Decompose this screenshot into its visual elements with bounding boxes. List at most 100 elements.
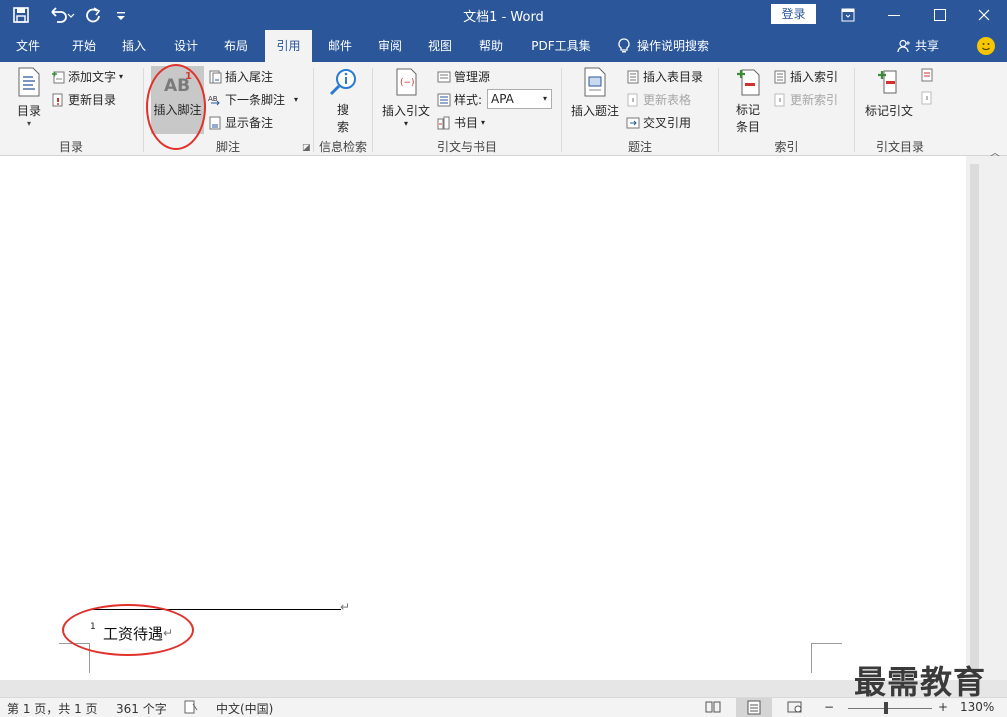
next-footnote-label: 下一条脚注 — [225, 93, 286, 107]
index-group-label: 索引 — [774, 140, 799, 154]
redo-icon[interactable] — [82, 3, 104, 27]
tab-home[interactable]: 开始 — [60, 30, 108, 62]
dropdown-arrow-icon: ▾ — [294, 95, 299, 104]
insert-index-button[interactable]: 插入索引 — [773, 68, 838, 85]
ribbon-display-options-icon[interactable] — [825, 0, 871, 30]
update-toc-button[interactable]: 更新目录 — [51, 91, 116, 108]
update-index-label: 更新索引 — [790, 93, 839, 107]
highlight-circle-footnote — [62, 604, 194, 656]
mark-entry-icon — [737, 69, 760, 96]
search-button[interactable]: 搜 索 — [325, 67, 361, 135]
add-text-icon — [52, 71, 65, 83]
tell-me-search[interactable]: 操作说明搜索 — [617, 30, 709, 62]
manage-sources-button[interactable]: 管理源 — [437, 68, 490, 85]
bibliography-label: 书目 — [454, 116, 479, 130]
tab-insert[interactable]: 插入 — [112, 30, 156, 62]
margin-corner-mark — [811, 643, 842, 673]
feedback-smiley-icon[interactable] — [977, 37, 995, 55]
zoom-slider-thumb[interactable] — [884, 702, 888, 714]
update-table-of-authorities-button[interactable] — [920, 91, 934, 105]
zoom-slider-track[interactable] — [848, 708, 932, 709]
captions-group-label: 题注 — [627, 140, 652, 154]
tab-file[interactable]: 文件 — [6, 30, 50, 62]
bibliography-button[interactable]: 书目 ▾ — [437, 114, 485, 131]
tab-mailings[interactable]: 邮件 — [318, 30, 362, 62]
ribbon-tabs: 文件 开始 插入 设计 布局 引用 邮件 审阅 视图 帮助 PDF工具集 操作说… — [0, 30, 1007, 62]
dropdown-arrow-icon: ▾ — [119, 72, 124, 81]
insert-citation-label: 插入引文 — [381, 104, 430, 118]
insert-index-icon — [774, 70, 786, 83]
toc-button[interactable]: 目录 ▾ — [13, 67, 45, 133]
mark-entry-button[interactable]: 标记 条目 — [727, 67, 769, 135]
tab-view[interactable]: 视图 — [418, 30, 462, 62]
save-icon[interactable] — [10, 3, 32, 27]
title-bar: 文档1 - Word 登录 — [0, 0, 1007, 30]
update-index-button[interactable]: 更新索引 — [773, 91, 838, 108]
person-icon — [897, 39, 910, 53]
style-label: 样式: — [454, 93, 483, 107]
tab-pdf-tools[interactable]: PDF工具集 — [521, 30, 601, 62]
share-button[interactable]: 共享 — [897, 30, 939, 62]
page-count[interactable]: 第 1 页，共 1 页 — [7, 700, 98, 717]
zoom-in-button[interactable]: + — [938, 700, 948, 714]
print-layout-icon[interactable] — [736, 698, 772, 717]
update-toc-label: 更新目录 — [68, 93, 117, 107]
customize-quick-access-icon[interactable] — [112, 3, 130, 27]
add-text-button[interactable]: 添加文字 ▾ — [51, 68, 123, 85]
insert-caption-label: 插入题注 — [570, 104, 619, 118]
insert-endnote-label: 插入尾注 — [225, 70, 274, 84]
update-table-icon — [627, 93, 638, 106]
insert-citation-icon: (−) — [396, 68, 417, 96]
update-table-button[interactable]: 更新表格 — [626, 91, 691, 108]
insert-table-of-figures-label: 插入表目录 — [643, 70, 704, 84]
mark-entry-label-1: 标记 — [735, 103, 760, 117]
insert-index-label: 插入索引 — [790, 70, 839, 84]
update-authorities-icon — [921, 91, 932, 105]
word-window: 文档1 - Word 登录 文件 开始 插入 设计 布局 引用 邮件 审阅 视图… — [0, 0, 1007, 717]
dropdown-arrow-icon: ▾ — [26, 119, 31, 128]
minimize-icon[interactable] — [871, 0, 917, 30]
next-footnote-button[interactable]: AB 下一条脚注 ▾ — [208, 91, 298, 108]
next-footnote-icon: AB — [208, 95, 220, 105]
table-of-authorities-icon — [921, 68, 933, 82]
proofing-icon[interactable] — [184, 700, 198, 717]
tab-review[interactable]: 审阅 — [368, 30, 412, 62]
research-group-label: 信息检索 — [318, 140, 367, 154]
web-layout-icon[interactable] — [787, 700, 803, 717]
insert-caption-button[interactable]: 插入题注 — [568, 67, 622, 119]
zoom-level[interactable]: 130% — [960, 700, 994, 714]
undo-icon[interactable] — [46, 3, 76, 27]
style-label-group: 样式: — [437, 91, 482, 108]
read-mode-icon[interactable] — [705, 700, 721, 717]
word-count[interactable]: 361 个字 — [116, 700, 167, 717]
footnote-dialog-launcher-icon[interactable]: ◪ — [302, 143, 311, 153]
maximize-icon[interactable] — [917, 0, 963, 30]
update-icon — [52, 93, 63, 106]
scrollbar-thumb[interactable] — [970, 164, 979, 674]
tab-references[interactable]: 引用 — [265, 30, 312, 62]
insert-table-of-figures-button[interactable]: 插入表目录 — [626, 68, 703, 85]
mark-entry-label-2: 条目 — [735, 120, 760, 134]
cross-reference-button[interactable]: 交叉引用 — [626, 114, 691, 131]
tab-design[interactable]: 设计 — [163, 30, 209, 62]
highlight-circle-insert-footnote — [146, 64, 206, 150]
citation-style-select[interactable]: APA ▾ — [487, 89, 552, 109]
insert-table-of-authorities-button[interactable] — [920, 68, 934, 82]
toc-label: 目录 — [16, 104, 41, 118]
tab-layout[interactable]: 布局 — [213, 30, 259, 62]
insert-endnote-button[interactable]: 插入尾注 — [208, 68, 273, 85]
tab-help[interactable]: 帮助 — [469, 30, 513, 62]
login-button[interactable]: 登录 — [771, 4, 816, 24]
status-bar: 第 1 页，共 1 页 361 个字 中文(中国) − + 130% — [0, 697, 1007, 717]
language[interactable]: 中文(中国) — [216, 700, 273, 717]
insert-citation-button[interactable]: (−) 插入引文 ▾ — [380, 67, 432, 128]
show-notes-button[interactable]: 显示备注 — [208, 114, 273, 131]
close-icon[interactable] — [961, 0, 1007, 30]
mark-citation-button[interactable]: 标记引文 — [862, 67, 916, 119]
document-page[interactable] — [0, 156, 966, 680]
add-text-label: 添加文字 — [68, 70, 117, 84]
zoom-out-button[interactable]: − — [824, 700, 834, 714]
style-icon — [437, 93, 451, 106]
table-of-contents-icon — [18, 67, 40, 97]
chevron-down-icon: ▾ — [542, 94, 547, 103]
